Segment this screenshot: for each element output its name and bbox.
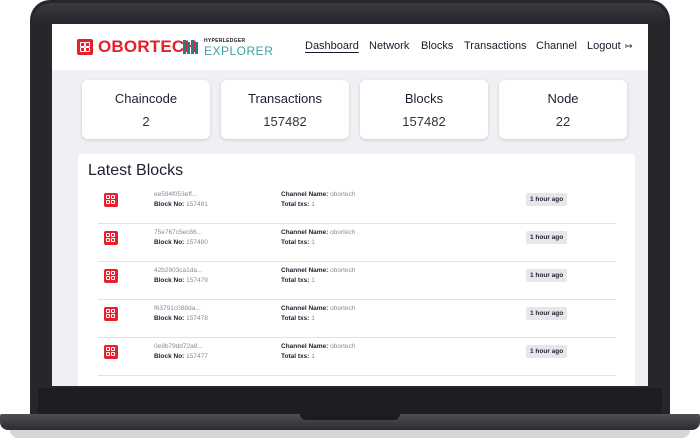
- block-row[interactable]: 0e9b79dd72a9... Block No: 157477 Channel…: [98, 337, 616, 376]
- block-number: 157478: [186, 315, 208, 322]
- block-no-label: Block No:: [154, 201, 185, 208]
- total-txs: 1: [311, 201, 315, 208]
- stat-label: Blocks: [404, 91, 444, 106]
- block-row[interactable]: f63791c088da... Block No: 157478 Channel…: [98, 299, 616, 338]
- hyperledger-logo-icon: [183, 40, 199, 54]
- stat-value: 157482: [263, 114, 307, 129]
- obortech-logo-icon[interactable]: [77, 39, 93, 55]
- block-row[interactable]: 42b2903ca1da... Block No: 157479 Channel…: [98, 261, 616, 300]
- channel-name: obortech: [330, 191, 356, 198]
- block-row[interactable]: ee594f053eff... Block No: 157481 Channel…: [98, 185, 616, 224]
- total-txs-label: Total txs:: [281, 353, 310, 360]
- stat-card-blocks: Blocks 157482: [360, 80, 488, 139]
- nav-transactions[interactable]: Transactions: [464, 40, 527, 52]
- time-badge: 1 hour ago: [526, 345, 568, 358]
- block-number: 157480: [186, 239, 208, 246]
- block-hash[interactable]: ee594f053eff...: [154, 191, 197, 198]
- time-badge: 1 hour ago: [526, 193, 568, 206]
- stat-card-transactions: Transactions 157482: [221, 80, 349, 139]
- stat-card-node: Node 22: [499, 80, 627, 139]
- block-number: 157477: [186, 353, 208, 360]
- channel-name: obortech: [330, 343, 356, 350]
- channel-label: Channel Name:: [281, 191, 329, 198]
- stat-label: Transactions: [248, 91, 322, 106]
- channel-name: obortech: [330, 267, 356, 274]
- total-txs: 1: [311, 353, 315, 360]
- block-hash[interactable]: 75e767c5ec86...: [154, 229, 202, 236]
- stat-label: Chaincode: [114, 91, 178, 106]
- total-txs-label: Total txs:: [281, 277, 310, 284]
- top-navbar: OBORTECH HYPERLEDGER EXPLORER Dashboard …: [52, 24, 648, 70]
- stat-card-chaincode: Chaincode 2: [82, 80, 210, 139]
- block-number: 157481: [186, 201, 208, 208]
- app-screen: OBORTECH HYPERLEDGER EXPLORER Dashboard …: [52, 24, 648, 386]
- channel-label: Channel Name:: [281, 267, 329, 274]
- laptop-shadow: [10, 430, 690, 438]
- block-no-label: Block No:: [154, 277, 185, 284]
- block-icon: [104, 345, 118, 359]
- nav-channel[interactable]: Channel: [536, 40, 577, 52]
- block-icon: [104, 193, 118, 207]
- channel-label: Channel Name:: [281, 305, 329, 312]
- stat-value: 157482: [402, 114, 446, 129]
- time-badge: 1 hour ago: [526, 231, 568, 244]
- block-hash[interactable]: 42b2903ca1da...: [154, 267, 202, 274]
- total-txs: 1: [311, 277, 315, 284]
- total-txs-label: Total txs:: [281, 239, 310, 246]
- total-txs: 1: [311, 315, 315, 322]
- explorer-label: EXPLORER: [204, 44, 274, 58]
- channel-name: obortech: [330, 305, 356, 312]
- laptop-bezel: [33, 3, 667, 23]
- stat-value: 22: [555, 114, 571, 129]
- block-row[interactable]: 75e767c5ec86... Block No: 157480 Channel…: [98, 223, 616, 262]
- block-no-label: Block No:: [154, 239, 185, 246]
- channel-label: Channel Name:: [281, 229, 329, 236]
- nav-logout[interactable]: Logout: [587, 40, 621, 52]
- total-txs: 1: [311, 239, 315, 246]
- stat-value: 2: [142, 114, 150, 129]
- block-number: 157479: [186, 277, 208, 284]
- block-hash[interactable]: f63791c088da...: [154, 305, 201, 312]
- stat-label: Node: [547, 91, 579, 106]
- total-txs-label: Total txs:: [281, 315, 310, 322]
- nav-blocks[interactable]: Blocks: [421, 40, 453, 52]
- block-icon: [104, 269, 118, 283]
- nav-dashboard[interactable]: Dashboard: [305, 40, 359, 52]
- block-no-label: Block No:: [154, 315, 185, 322]
- logout-icon[interactable]: ↦: [625, 41, 633, 52]
- block-icon: [104, 231, 118, 245]
- block-no-label: Block No:: [154, 353, 185, 360]
- laptop-notch: [300, 414, 400, 420]
- block-icon: [104, 307, 118, 321]
- channel-name: obortech: [330, 229, 356, 236]
- channel-label: Channel Name:: [281, 343, 329, 350]
- time-badge: 1 hour ago: [526, 307, 568, 320]
- latest-blocks-panel: Latest Blocks ee594f053eff... Block No: …: [78, 154, 635, 386]
- panel-title: Latest Blocks: [88, 162, 184, 179]
- time-badge: 1 hour ago: [526, 269, 568, 282]
- block-hash[interactable]: 0e9b79dd72a9...: [154, 343, 203, 350]
- total-txs-label: Total txs:: [281, 201, 310, 208]
- nav-network[interactable]: Network: [369, 40, 409, 52]
